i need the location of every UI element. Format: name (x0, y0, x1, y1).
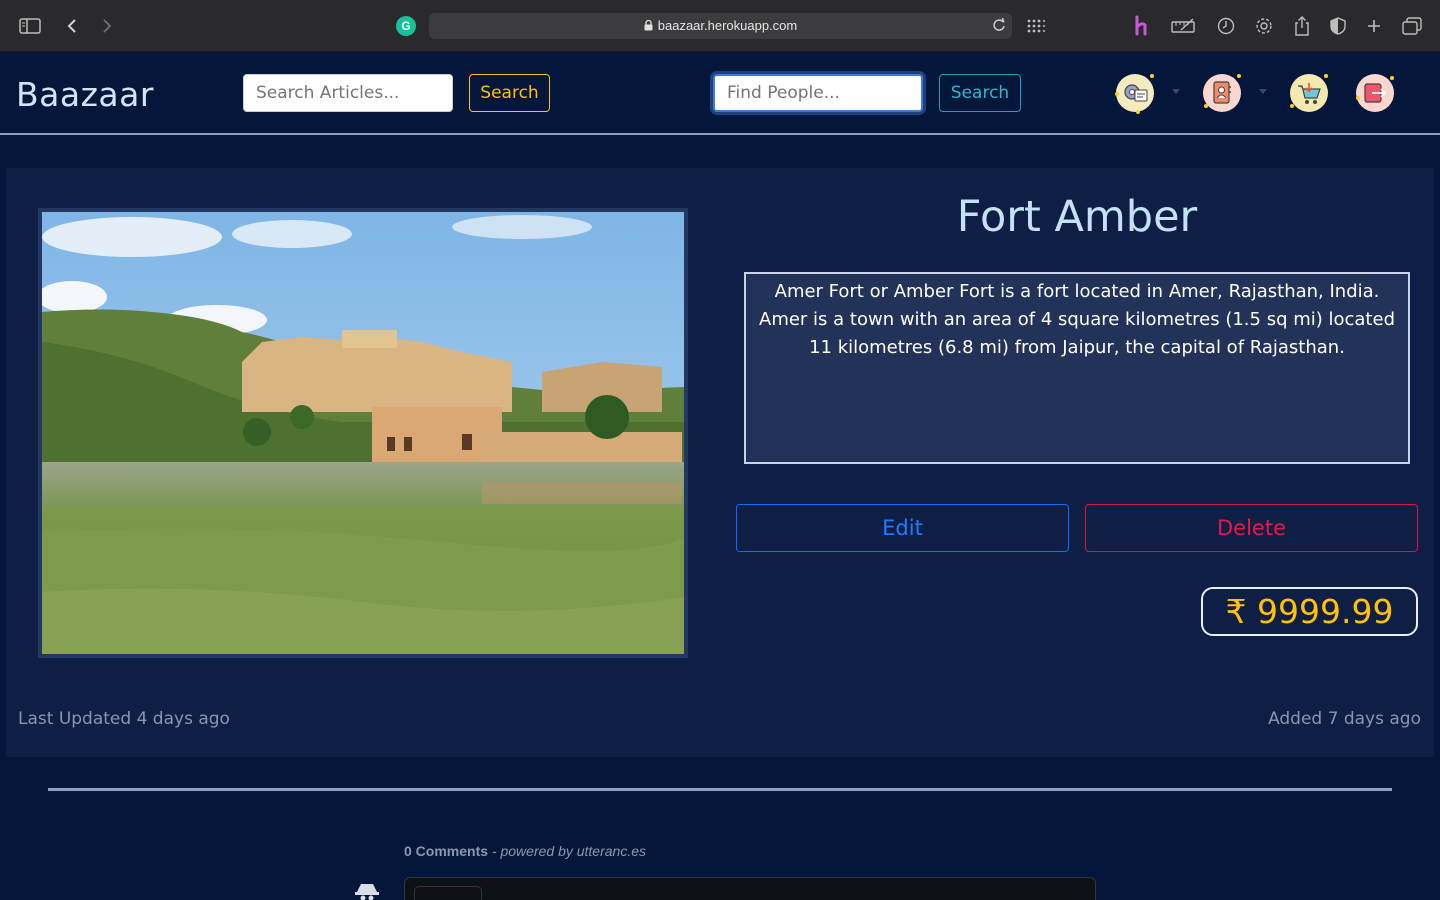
apps-grid-icon[interactable] (1024, 14, 1048, 38)
share-icon[interactable] (1290, 14, 1314, 38)
back-icon[interactable] (60, 14, 84, 38)
new-tab-icon[interactable] (1362, 14, 1386, 38)
comments-powered-by[interactable]: - powered by utteranc.es (488, 843, 646, 859)
gear-icon[interactable] (1252, 14, 1276, 38)
article-title: Fort Amber (956, 192, 1198, 242)
cart-icon[interactable] (1290, 74, 1328, 112)
comment-write-tab[interactable] (414, 886, 482, 900)
last-updated-text: Last Updated 4 days ago (18, 709, 230, 729)
reload-icon[interactable] (992, 17, 1006, 37)
honey-extension-icon[interactable] (1130, 14, 1154, 38)
history-icon[interactable] (1214, 14, 1238, 38)
sidebar-toggle-icon[interactable] (18, 14, 42, 38)
section-divider (48, 788, 1392, 791)
lock-icon (644, 19, 653, 34)
article-description: Amer Fort or Amber Fort is a fort locate… (744, 272, 1410, 464)
search-articles-button[interactable]: Search (469, 74, 550, 112)
anonymous-avatar-icon (354, 880, 380, 900)
logout-icon[interactable] (1356, 74, 1394, 112)
delete-button[interactable]: Delete (1085, 504, 1418, 552)
navbar-underline (0, 133, 1440, 135)
article-image (42, 212, 684, 654)
edit-button[interactable]: Edit (736, 504, 1069, 552)
comments-count: 0 Comments (404, 843, 489, 859)
grammarly-icon[interactable]: G (396, 16, 416, 36)
address-bar[interactable]: baazaar.herokuapp.com (429, 13, 1012, 39)
url-text: baazaar.herokuapp.com (657, 18, 798, 33)
ruler-icon[interactable] (1171, 14, 1195, 38)
comments-header: 0 Comments - powered by utteranc.es (404, 843, 646, 859)
price-badge: ₹ 9999.99 (1201, 587, 1418, 636)
added-date-text: Added 7 days ago (1268, 709, 1421, 729)
find-people-button[interactable]: Search (939, 74, 1021, 112)
comment-editor[interactable] (404, 877, 1096, 900)
dashboard-icon[interactable] (1115, 74, 1154, 114)
search-articles-input[interactable] (243, 74, 453, 112)
brand-logo[interactable]: Baazaar (16, 75, 154, 114)
find-people-input[interactable] (713, 74, 923, 112)
tab-overview-icon[interactable] (1400, 14, 1424, 38)
chevron-down-icon[interactable] (1259, 89, 1267, 94)
browser-toolbar: G baazaar.herokuapp.com (0, 0, 1440, 52)
shield-icon[interactable] (1326, 14, 1350, 38)
forward-icon[interactable] (95, 14, 119, 38)
chevron-down-icon[interactable] (1172, 89, 1180, 94)
contacts-icon[interactable] (1203, 74, 1241, 112)
